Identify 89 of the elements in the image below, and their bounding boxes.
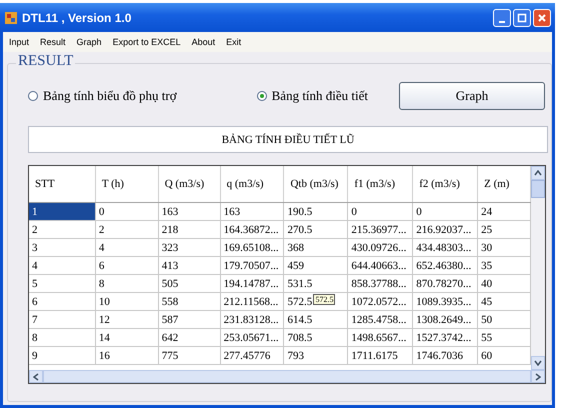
table-cell: 7 bbox=[29, 311, 96, 328]
menu-item[interactable]: About bbox=[192, 37, 216, 47]
column-header[interactable]: T (h) bbox=[96, 166, 159, 202]
table-cell: 1285.4758... bbox=[348, 311, 414, 328]
minimize-icon bbox=[499, 20, 505, 22]
menu-item[interactable]: Result bbox=[40, 37, 66, 47]
table-cell: 531.5 bbox=[284, 275, 348, 292]
table-cell: 430.09726... bbox=[348, 239, 414, 256]
table-cell: 169.65108... bbox=[220, 239, 284, 256]
table-cell: 270.5 bbox=[284, 221, 348, 238]
cell-tooltip: 572.5 bbox=[313, 294, 336, 305]
table-cell: 190.5 bbox=[284, 203, 348, 220]
menu-item[interactable]: Export to EXCEL bbox=[112, 37, 181, 47]
table-cell: 1072.0572... bbox=[348, 293, 414, 310]
table-cell: 368 bbox=[284, 239, 348, 256]
table-cell: 505 bbox=[158, 275, 221, 292]
table-cell: 644.40663... bbox=[348, 257, 414, 274]
column-header[interactable]: Q (m3/s) bbox=[158, 166, 221, 202]
table-cell: 1089.3935... bbox=[413, 293, 478, 310]
table-cell: 413 bbox=[158, 257, 221, 274]
table-cell: 215.36977... bbox=[348, 221, 414, 238]
table-cell: 8 bbox=[29, 329, 96, 346]
close-icon bbox=[537, 12, 547, 22]
menu-item[interactable]: Input bbox=[9, 37, 30, 47]
table-cell: 16 bbox=[96, 347, 159, 364]
table-cell: 2 bbox=[96, 221, 159, 238]
table-cell: 459 bbox=[284, 257, 348, 274]
table-cell: 0 bbox=[96, 203, 159, 220]
column-header[interactable]: STT bbox=[29, 166, 96, 202]
window-title: DTL11 , Version 1.0 bbox=[22, 10, 132, 24]
table-cell: 2 bbox=[29, 221, 96, 238]
table-cell: 1498.6567... bbox=[348, 329, 414, 346]
graph-button[interactable]: Graph bbox=[399, 82, 545, 110]
table-cell: 642 bbox=[158, 329, 221, 346]
table-cell: 6 bbox=[96, 257, 159, 274]
app-icon bbox=[4, 10, 18, 24]
scrollbar-thumb[interactable] bbox=[531, 180, 545, 198]
table-cell: 587 bbox=[158, 311, 221, 328]
minimize-button[interactable] bbox=[493, 8, 511, 26]
table-cell: 614.5 bbox=[284, 311, 348, 328]
table-cell: 4 bbox=[29, 257, 96, 274]
table-cell: 163 bbox=[220, 203, 284, 220]
vertical-scrollbar[interactable] bbox=[531, 166, 545, 370]
table-cell: 1711.6175 bbox=[348, 347, 414, 364]
table-cell: 572.5 572.5 bbox=[284, 293, 348, 310]
table-cell: 12 bbox=[96, 311, 159, 328]
table-cell: 9 bbox=[29, 347, 96, 364]
table-cell: 870.78270... bbox=[413, 275, 478, 292]
table-title: BẢNG TÍNH ĐIỀU TIẾT LŨ bbox=[28, 126, 548, 153]
column-header[interactable]: Qtb (m3/s) bbox=[284, 166, 348, 202]
table-cell: 1746.7036 bbox=[413, 347, 478, 364]
table-cell: 858.37788... bbox=[348, 275, 414, 292]
table-cell: 323 bbox=[158, 239, 221, 256]
table-cell: 6 bbox=[29, 293, 96, 310]
table-cell: 8 bbox=[96, 275, 159, 292]
table-cell: 708.5 bbox=[284, 329, 348, 346]
maximize-button[interactable] bbox=[513, 8, 531, 26]
close-button[interactable] bbox=[533, 8, 551, 26]
table-cell: 4 bbox=[96, 239, 159, 256]
menu-item[interactable]: Exit bbox=[226, 37, 242, 47]
table-cell: 231.83128... bbox=[220, 311, 284, 328]
table-cell: 14 bbox=[96, 329, 159, 346]
table-cell: 793 bbox=[284, 347, 348, 364]
column-header[interactable]: f2 (m3/s) bbox=[413, 166, 478, 202]
menu-item[interactable]: Graph bbox=[76, 37, 102, 47]
table-cell: 163 bbox=[158, 203, 221, 220]
table-cell: 179.70507... bbox=[220, 257, 284, 274]
table-cell: 1527.3742... bbox=[413, 329, 478, 346]
table-cell: 164.36872... bbox=[220, 221, 284, 238]
table-cell: 10 bbox=[96, 293, 159, 310]
table-cell: 0 bbox=[413, 203, 478, 220]
table-cell: 652.46380... bbox=[413, 257, 478, 274]
table-cell: 1308.2649... bbox=[413, 311, 478, 328]
table-cell: 253.05671... bbox=[220, 329, 284, 346]
table-cell: 218 bbox=[158, 221, 221, 238]
column-header[interactable]: f1 (m3/s) bbox=[348, 166, 414, 202]
table-cell: 1 bbox=[29, 203, 96, 220]
table-cell: 5 bbox=[29, 275, 96, 292]
table-cell: 212.11568... bbox=[220, 293, 284, 310]
table-cell: 0 bbox=[348, 203, 414, 220]
table-cell: 216.92037... bbox=[413, 221, 478, 238]
maximize-icon bbox=[517, 12, 527, 22]
table-cell: 194.14787... bbox=[220, 275, 284, 292]
table-cell: 775 bbox=[158, 347, 221, 364]
table-cell: 277.45776 bbox=[220, 347, 284, 364]
table-cell: 558 bbox=[158, 293, 221, 310]
table-cell: 3 bbox=[29, 239, 96, 256]
column-header[interactable]: q (m3/s) bbox=[220, 166, 284, 202]
table-cell: 434.48303... bbox=[413, 239, 478, 256]
